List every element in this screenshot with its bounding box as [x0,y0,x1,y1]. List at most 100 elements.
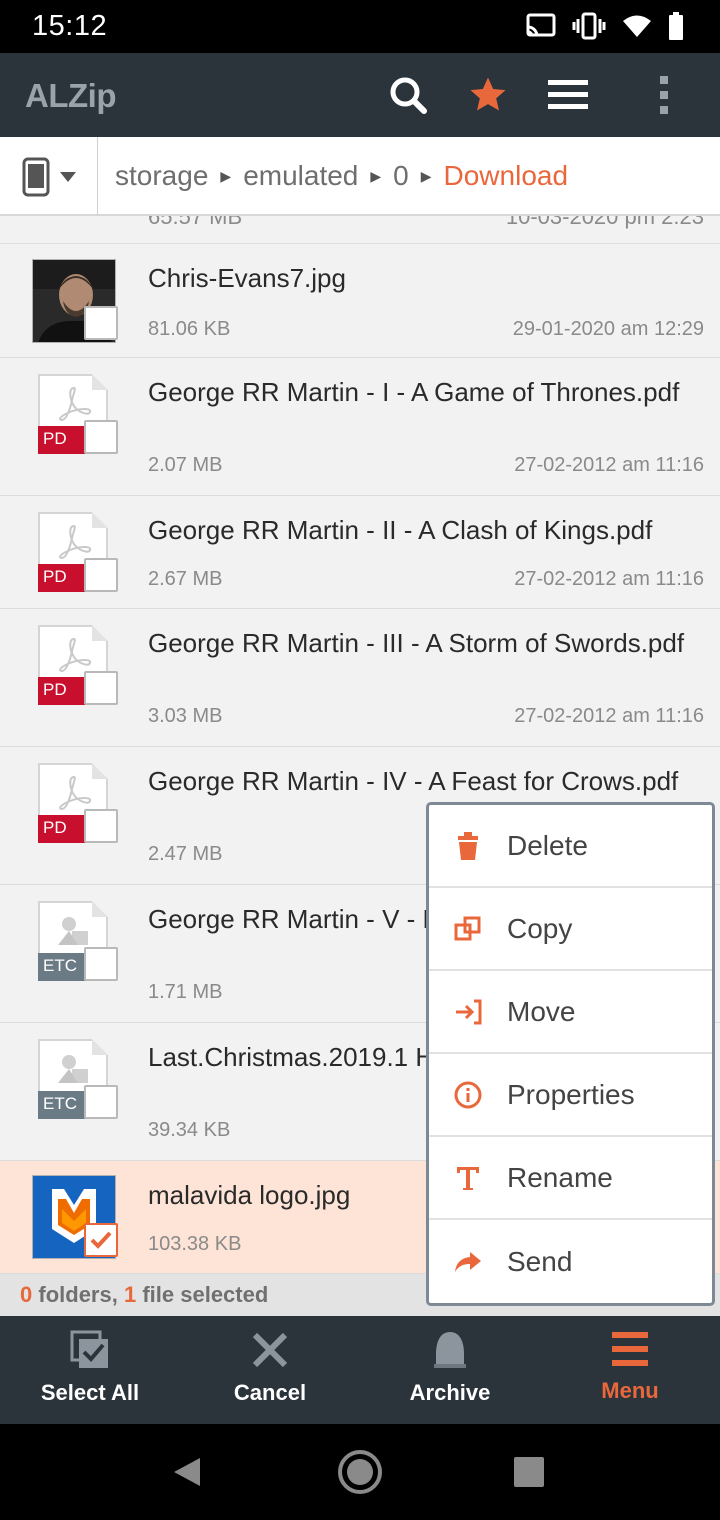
breadcrumb-0[interactable]: 0 [393,160,409,192]
checkbox[interactable] [84,420,118,454]
bottom-toolbar: Select All Cancel Archive Menu [0,1316,720,1424]
list-item[interactable]: Chris-Evans7.jpg 81.06 KB 29-01-2020 am … [0,244,720,358]
file-date: 10-03-2020 pm 2:23 [505,216,704,229]
file-size: 2.47 MB [148,843,223,865]
breadcrumb-separator-icon: ▶ [370,167,382,184]
status-bar: 15:12 [0,0,720,53]
checkbox[interactable] [84,671,118,705]
status-time: 15:12 [32,10,108,42]
checkbox[interactable] [84,306,118,340]
system-nav-bar [0,1424,720,1520]
breadcrumb-current[interactable]: Download [444,160,569,192]
file-size: 39.34 KB [148,1119,231,1141]
breadcrumb-emulated[interactable]: emulated [243,160,358,192]
wifi-icon [623,15,651,37]
file-date: 27-02-2012 am 11:16 [514,454,704,476]
menu-item-delete[interactable]: Delete [429,805,712,888]
file-name: Chris-Evans7.jpg [148,263,346,293]
file-type-badge: PD [38,677,88,705]
select-all-label: Select All [40,1380,140,1405]
archive-icon [434,1332,466,1368]
menu-item-send[interactable]: Send [429,1220,712,1303]
file-type-badge: PD [38,564,88,592]
select-all-icon [70,1330,108,1368]
list-item[interactable]: PD George RR Martin - III - A Storm of S… [0,609,720,747]
menu-item-label: Copy [507,912,573,944]
close-icon [252,1332,288,1368]
move-icon [456,999,482,1024]
list-icon [548,80,588,109]
list-item[interactable]: PD George RR Martin - I - A Game of Thro… [0,358,720,496]
file-name: George RR Martin - III - A Storm of Swor… [148,628,685,658]
menu-item-label: Rename [507,1161,613,1193]
file-size: 65.57 MB [148,216,243,229]
app-title: ALZip [25,77,116,114]
info-icon [454,1081,482,1108]
recents-icon[interactable] [513,1456,545,1488]
checkbox[interactable] [84,947,118,981]
file-type-badge: PD [38,426,88,454]
breadcrumb-bar: storage ▶ emulated ▶ 0 ▶ Download [0,137,720,216]
file-type-badge: ETC [38,1091,88,1119]
battery-icon [669,12,683,40]
file-size: 3.03 MB [148,705,223,727]
folders-count: 0 [20,1282,33,1307]
home-icon[interactable] [336,1448,384,1496]
cancel-label: Cancel [233,1380,307,1405]
storage-selector[interactable] [0,137,98,216]
folders-label: folders, [38,1282,118,1307]
search-button[interactable] [386,73,430,117]
check-icon [90,1231,112,1249]
file-size: 2.07 MB [148,454,223,476]
file-name: George RR Martin - I - A Game of Thrones… [148,377,680,407]
menu-button[interactable]: Menu [540,1316,720,1424]
file-date: 27-02-2012 am 11:16 [514,568,704,590]
menu-item-properties[interactable]: Properties [429,1054,712,1137]
menu-item-label: Move [507,995,576,1027]
menu-item-move[interactable]: Move [429,971,712,1054]
breadcrumb-storage[interactable]: storage [115,160,208,192]
star-icon [470,77,506,111]
checkbox[interactable] [84,809,118,843]
favorites-button[interactable] [466,73,510,117]
menu-item-label: Properties [507,1078,635,1110]
breadcrumb-separator-icon: ▶ [420,167,432,184]
vibrate-icon [572,12,606,40]
file-name: George RR Martin - IV - A Feast for Crow… [148,766,679,796]
file-date: 29-01-2020 am 12:29 [512,318,704,340]
context-menu: Delete Copy Move Properties Rename Send [426,802,715,1306]
file-name: George RR Martin - II - A Clash of Kings… [148,515,653,545]
back-icon[interactable] [172,1456,202,1488]
menu-label: Menu [601,1378,659,1403]
file-size: 1.71 MB [148,981,223,1003]
select-all-button[interactable]: Select All [0,1316,180,1424]
search-icon [390,77,427,114]
file-type-badge: ETC [38,953,88,981]
file-size: 103.38 KB [148,1233,242,1255]
copy-icon [454,916,481,940]
checkbox-checked[interactable] [84,1223,118,1257]
checkbox[interactable] [84,1085,118,1119]
cast-icon [526,13,556,37]
file-size: 81.06 KB [148,318,231,340]
more-vert-icon [660,76,668,114]
file-type-badge: PD [38,815,88,843]
checkbox[interactable] [84,558,118,592]
file-size: 2.67 MB [148,568,223,590]
archive-button[interactable]: Archive [360,1316,540,1424]
send-icon [455,1251,481,1272]
menu-icon [612,1332,648,1366]
overflow-menu-button[interactable] [642,73,686,117]
list-item[interactable]: PD George RR Martin - II - A Clash of Ki… [0,496,720,609]
breadcrumb: storage ▶ emulated ▶ 0 ▶ Download [115,160,568,192]
chevron-down-icon [59,171,76,182]
menu-item-copy[interactable]: Copy [429,888,712,971]
menu-item-label: Delete [507,829,588,861]
file-date: 27-02-2012 am 11:16 [514,705,704,727]
menu-item-rename[interactable]: Rename [429,1137,712,1220]
menu-item-label: Send [507,1245,573,1277]
list-item-partial[interactable]: 65.57 MB 10-03-2020 pm 2:23 [0,216,720,244]
cancel-button[interactable]: Cancel [180,1316,360,1424]
trash-icon [458,831,478,860]
list-view-button[interactable] [546,73,590,117]
